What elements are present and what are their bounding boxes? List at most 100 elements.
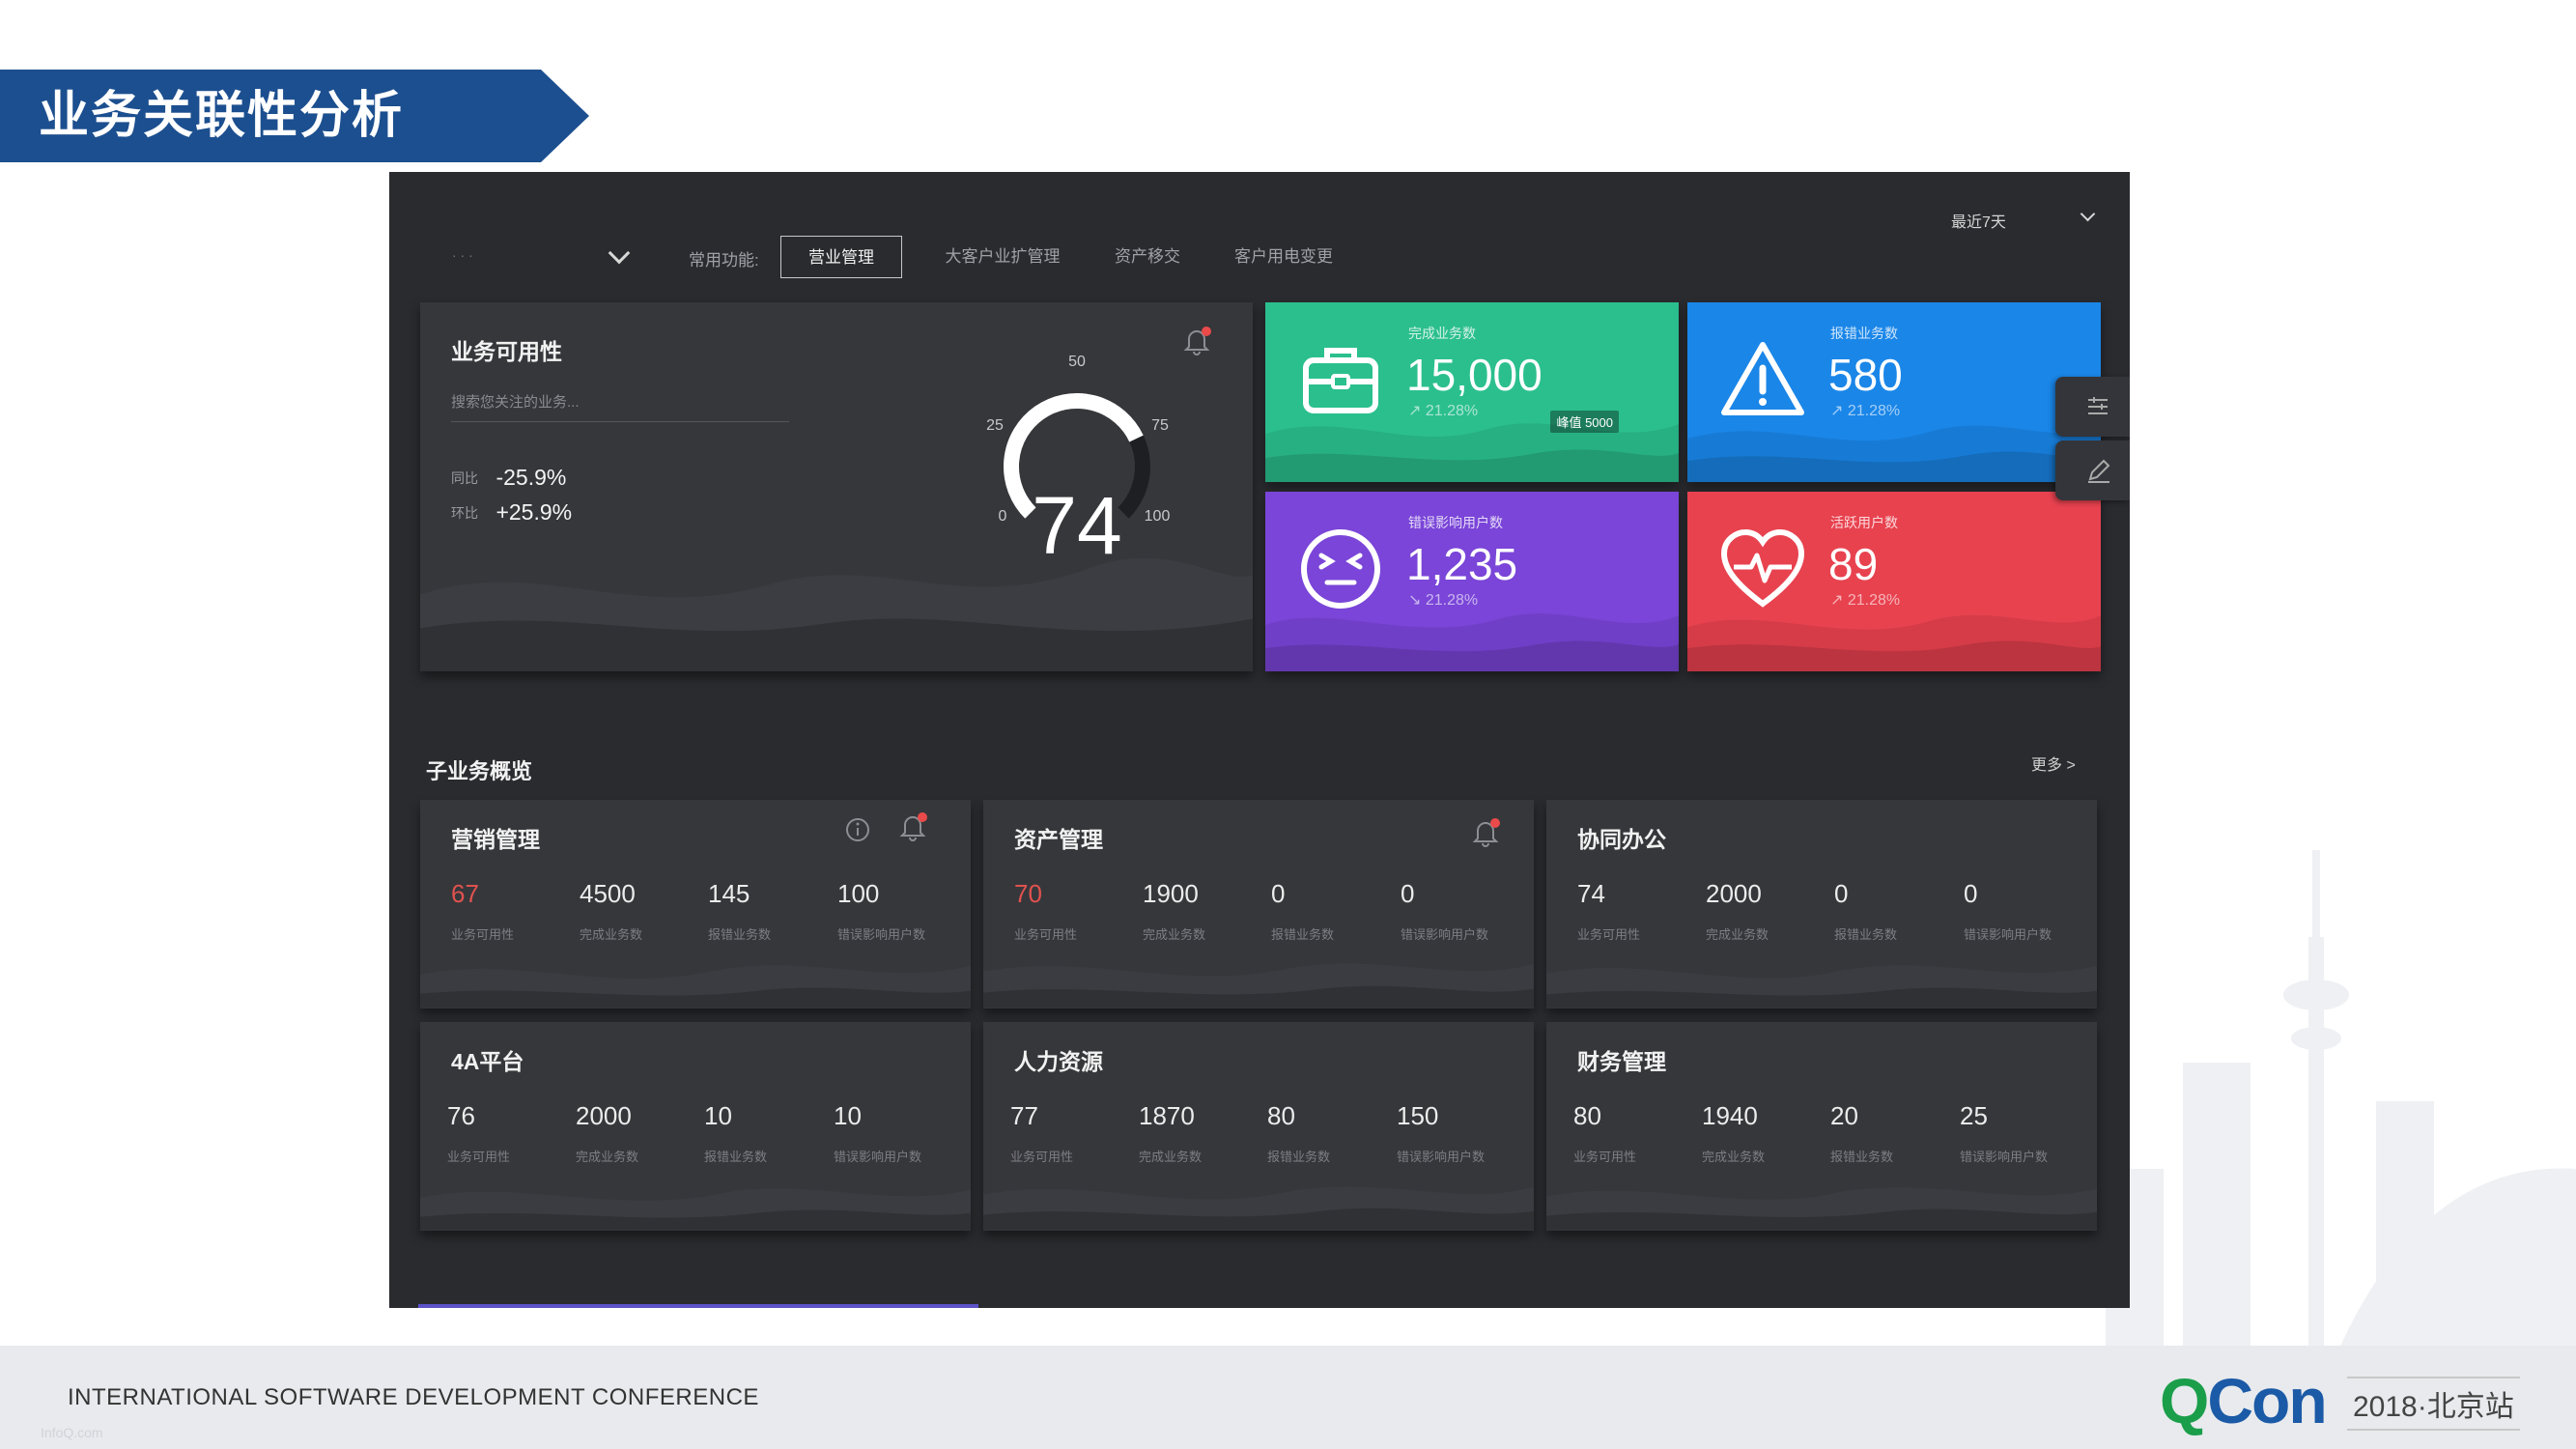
metric-label: 业务可用性: [451, 927, 515, 942]
mom-row: 环比 +25.9%: [451, 499, 572, 526]
availability-title: 业务可用性: [451, 339, 562, 364]
scroll-indicator: [418, 1304, 978, 1308]
metric-availability: 70 业务可用性: [1014, 879, 1077, 943]
alert-bell-icon[interactable]: [1472, 817, 1501, 848]
qcon-logo: QCon: [2160, 1369, 2328, 1433]
metric-label: 业务可用性: [1014, 927, 1078, 942]
mom-label: 环比: [451, 504, 478, 521]
kpi-peak-badge: 峰值 5000: [1550, 411, 1619, 433]
dashboard-screenshot: · · · 常用功能: 营业管理 大客户业扩管理 资产移交 客户用电变更 最近7…: [389, 172, 2130, 1308]
metric-affected-users: 100 错误影响用户数: [837, 879, 925, 943]
gauge-min-label: 0: [999, 508, 1007, 525]
metric-value: 20: [1830, 1101, 1858, 1130]
metric-value: 10: [704, 1101, 732, 1130]
sub-card-title: 资产管理: [1014, 827, 1103, 852]
func-tab-power-change[interactable]: 客户用电变更: [1216, 236, 1351, 278]
kpi-card-errors[interactable]: 报错业务数 580 ↗ 21.28%: [1687, 302, 2101, 482]
gauge-tick-75: 75: [1151, 417, 1169, 434]
func-tab-business[interactable]: 营业管理: [780, 236, 902, 278]
metric-affected-users: 25 错误影响用户数: [1960, 1101, 2048, 1165]
func-tab-asset-transfer[interactable]: 资产移交: [1104, 236, 1191, 278]
metric-label: 报错业务数: [1271, 927, 1335, 942]
sliders-icon: [2088, 397, 2108, 414]
kpi-card-active-users[interactable]: 活跃用户数 89 ↗ 21.28%: [1687, 492, 2101, 671]
kpi-card-affected-users[interactable]: 错误影响用户数 1,235 ↘ 21.28%: [1265, 492, 1679, 671]
kpi-value: 1,235: [1406, 539, 1518, 589]
kpi-card-completed[interactable]: 完成业务数 15,000 ↗ 21.28% 峰值 5000: [1265, 302, 1679, 482]
metric-completed: 4500 完成业务数: [580, 879, 642, 943]
metric-value: 2000: [576, 1101, 632, 1130]
yoy-value: -25.9%: [495, 465, 567, 490]
metric-label: 完成业务数: [1139, 1150, 1203, 1164]
metric-value: 4500: [580, 879, 636, 908]
sub-card-4a-platform[interactable]: 4A平台 76 业务可用性 2000 完成业务数 10 报错业务数 10 错误影响用户数: [420, 1022, 971, 1231]
alert-bell-icon[interactable]: [899, 811, 928, 842]
kpi-trend: ↗ 21.28%: [1830, 403, 1901, 419]
metric-label: 错误影响用户数: [1397, 1150, 1486, 1164]
skyline-illustration: [2106, 850, 2576, 1352]
briefcase-icon: [1303, 348, 1378, 413]
func-tab-major-customer[interactable]: 大客户业扩管理: [930, 236, 1075, 278]
gauge-tick-25: 25: [986, 417, 1004, 434]
metric-label: 错误影响用户数: [1401, 927, 1489, 942]
metric-errors: 0 报错业务数: [1271, 879, 1334, 943]
kpi-trend: ↗ 21.28%: [1830, 592, 1901, 609]
sub-card-hr[interactable]: 人力资源 77 业务可用性 1870 完成业务数 80 报错业务数 150 错误影响用户…: [983, 1022, 1534, 1231]
time-range-select[interactable]: 最近7天: [1951, 209, 2006, 232]
slide-title: 业务关联性分析: [39, 88, 405, 144]
metric-label: 业务可用性: [447, 1150, 511, 1164]
metric-value: 77: [1010, 1101, 1038, 1130]
filter-tool-button[interactable]: [2055, 377, 2130, 437]
warning-icon: [1721, 342, 1804, 415]
metric-availability: 67 业务可用性: [451, 879, 514, 943]
gauge-max-label: 100: [1145, 508, 1171, 525]
metric-value: 0: [1964, 879, 1978, 908]
sub-card-assets[interactable]: 资产管理 70 业务可用性 1900 完成业务数 0 报错业务数 0 错误影响用户数: [983, 800, 1534, 1009]
footer: INTERNATIONAL SOFTWARE DEVELOPMENT CONFE…: [0, 1346, 2576, 1449]
mom-value: +25.9%: [495, 499, 573, 525]
module-select-chevron-icon[interactable]: [608, 242, 631, 265]
sub-card-title: 协同办公: [1577, 827, 1666, 852]
kpi-value: 15,000: [1406, 350, 1543, 400]
title-banner: 业务关联性分析: [0, 70, 589, 162]
kpi-label: 活跃用户数: [1830, 515, 1898, 530]
more-link[interactable]: 更多 >: [2031, 752, 2076, 775]
metric-affected-users: 0 错误影响用户数: [1964, 879, 2052, 943]
alert-bell-icon[interactable]: [1183, 326, 1212, 356]
qcon-logo-con: Con: [2207, 1365, 2327, 1436]
metric-value: 0: [1834, 879, 1849, 908]
metric-value: 1870: [1139, 1101, 1195, 1130]
metric-value: 70: [1014, 879, 1042, 908]
metric-label: 业务可用性: [1577, 927, 1641, 942]
gauge-value: 74: [1032, 480, 1121, 571]
sub-card-title: 财务管理: [1577, 1049, 1666, 1074]
metric-value: 67: [451, 879, 479, 908]
metric-label: 报错业务数: [1830, 1150, 1894, 1164]
metric-errors: 80 报错业务数: [1267, 1101, 1330, 1165]
sub-card-finance[interactable]: 财务管理 80 业务可用性 1940 完成业务数 20 报错业务数 25 错误影响用户数: [1546, 1022, 2097, 1231]
sub-card-title: 4A平台: [451, 1049, 524, 1074]
metric-label: 错误影响用户数: [837, 927, 926, 942]
face-icon: [1301, 529, 1380, 609]
time-range-chevron-icon[interactable]: [2080, 206, 2096, 222]
metric-value: 76: [447, 1101, 475, 1130]
slide: 业务关联性分析 · · · 常用功能: 营业管理 大客户业扩管理 资产移交 客户…: [0, 0, 2576, 1449]
kpi-value: 89: [1828, 539, 1879, 589]
metric-value: 150: [1397, 1101, 1439, 1130]
info-icon[interactable]: [843, 815, 872, 844]
sub-card-office[interactable]: 协同办公 74 业务可用性 2000 完成业务数 0 报错业务数 0 错误影响用户数: [1546, 800, 2097, 1009]
metric-affected-users: 10 错误影响用户数: [834, 1101, 921, 1165]
business-search-placeholder: 搜索您关注的业务...: [451, 394, 580, 411]
module-select-value[interactable]: · · ·: [452, 247, 473, 263]
sub-card-marketing[interactable]: 营销管理 67 业务可用性 4500 完成业务数 145 报错业务数 100 错误影响用…: [420, 800, 971, 1009]
metric-affected-users: 150 错误影响用户数: [1397, 1101, 1485, 1165]
edit-tool-button[interactable]: [2055, 440, 2130, 500]
metric-availability: 74 业务可用性: [1577, 879, 1640, 943]
metric-errors: 10 报错业务数: [704, 1101, 767, 1165]
metric-label: 完成业务数: [1702, 1150, 1766, 1164]
metric-completed: 2000 完成业务数: [1706, 879, 1769, 943]
metric-value: 145: [708, 879, 750, 908]
metric-completed: 2000 完成业务数: [576, 1101, 638, 1165]
metric-value: 1900: [1143, 879, 1199, 908]
sub-card-title: 营销管理: [451, 827, 540, 852]
